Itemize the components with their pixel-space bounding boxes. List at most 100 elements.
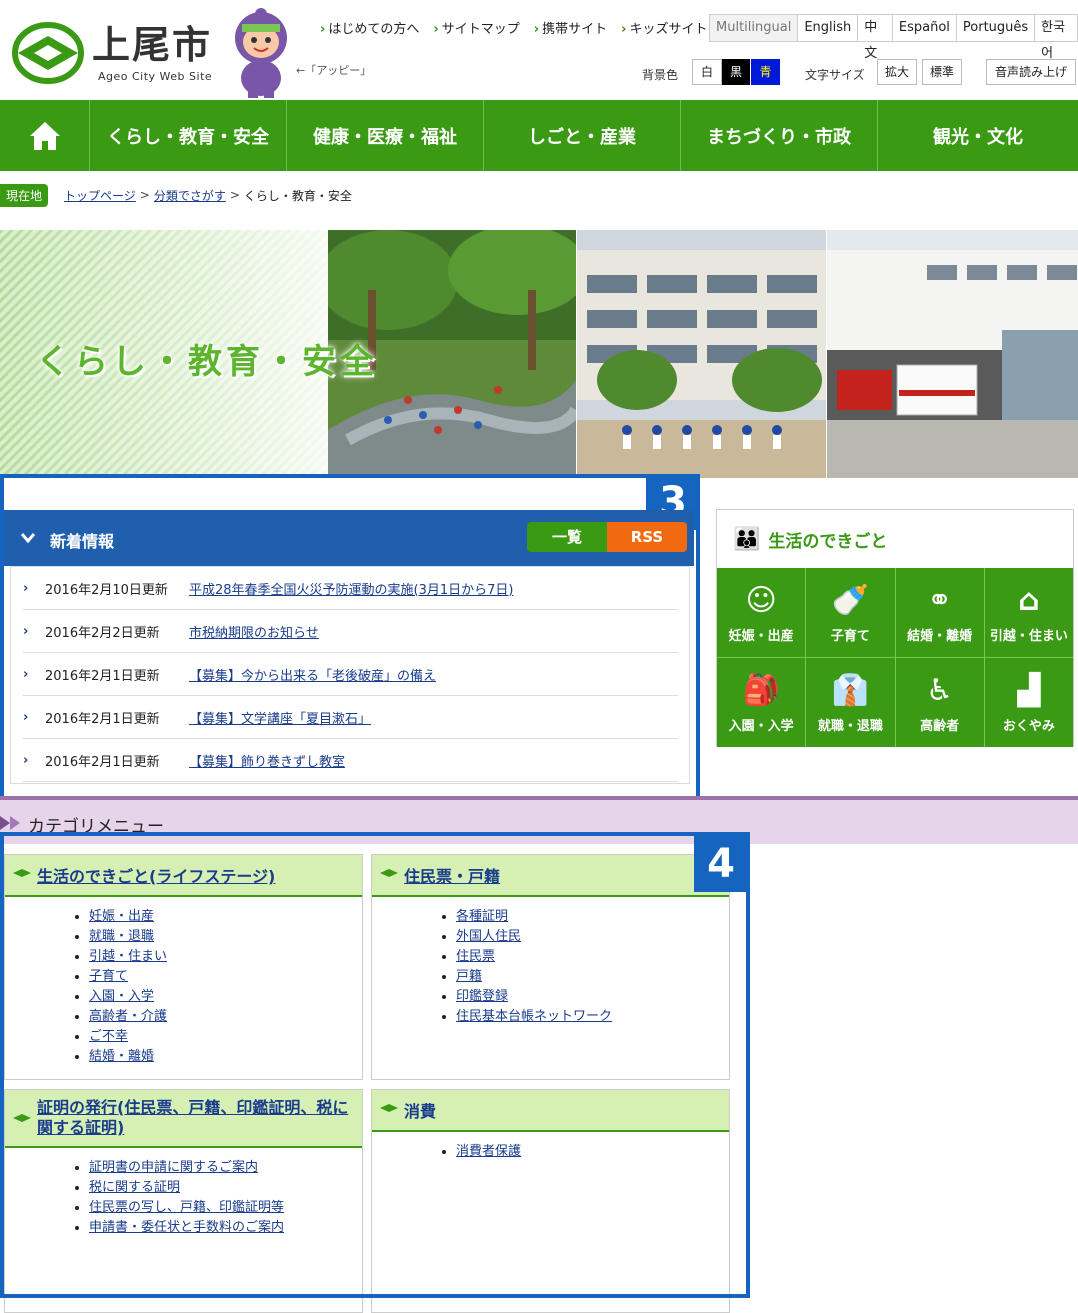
breadcrumb-separator: > — [229, 188, 240, 202]
logo-text: 上尾市 — [92, 23, 213, 67]
home-icon — [29, 121, 60, 150]
news-row: › 2016年2月1日更新 【募集】飾り巻きずし教室 — [23, 739, 678, 782]
lang-spanish[interactable]: Español — [891, 15, 956, 41]
link-mobile[interactable]: › 携帯サイト — [534, 18, 607, 37]
mascot-appy-icon — [235, 8, 287, 98]
news-link[interactable]: 平成28年春季全国火災予防運動の実施(3月1日から7日) — [189, 579, 514, 598]
bg-black-button[interactable]: 黒 — [722, 59, 750, 85]
breadcrumb-separator: > — [139, 188, 150, 202]
news-row: › 2016年2月1日更新 【募集】文学講座「夏目漱石」 — [23, 696, 678, 739]
nav-work-industry[interactable]: しごと・産業 — [484, 100, 681, 171]
life-school[interactable]: 🎒 入園・入学 — [717, 658, 806, 747]
news-row: › 2016年2月10日更新 平成28年春季全国火災予防運動の実施(3月1日から… — [23, 567, 678, 610]
news-date: 2016年2月1日更新 — [45, 711, 160, 727]
chevron-right-icon: › — [533, 22, 540, 37]
life-elderly[interactable]: ♿ 高齢者 — [895, 658, 984, 747]
chevron-right-icon: › — [320, 22, 326, 37]
news-rss-button[interactable]: RSS — [607, 522, 687, 552]
baby-icon: ☺ — [745, 583, 777, 618]
shirt-icon: 👔 — [831, 673, 870, 708]
lang-english[interactable]: English — [797, 15, 857, 41]
link-sitemap[interactable]: › サイトマップ — [433, 18, 519, 37]
nav-life-education-safety[interactable]: くらし・教育・安全 — [90, 100, 287, 171]
hero-title: くらし・教育・安全 — [36, 342, 378, 382]
chevron-right-icon: › — [621, 22, 627, 37]
life-label: 結婚・離婚 — [907, 629, 973, 644]
news-link[interactable]: 【募集】文学講座「夏目漱石」 — [189, 708, 371, 727]
life-events-panel: 👪 生活のできごと ☺ 妊娠・出産 🍼 子育て ⚭ 結婚・離婚 ⌂ 引越・住まい 🎒 入園… — [716, 509, 1074, 747]
site-header: 上尾市 Ageo City Web Site ←「アッピー」 › はじめての方へ … — [0, 0, 1078, 100]
link-label: はじめての方へ — [328, 22, 420, 37]
news-date: 2016年2月10日更新 — [45, 582, 168, 598]
tomb-icon: ▟ — [1017, 673, 1041, 708]
breadcrumb-tag: 現在地 — [0, 183, 49, 207]
nav-health-medical-welfare[interactable]: 健康・医療・福祉 — [287, 100, 484, 171]
life-moving[interactable]: ⌂ 引越・住まい — [984, 568, 1073, 657]
news-link[interactable]: 市税納期限のお知らせ — [189, 622, 319, 641]
chevron-right-icon: › — [23, 666, 29, 682]
chevron-right-icon: › — [23, 580, 29, 596]
news-actions: 一覧 RSS — [527, 522, 687, 552]
font-enlarge-button[interactable]: 拡大 — [877, 59, 917, 85]
chevron-right-icon: › — [23, 752, 29, 768]
bg-white-button[interactable]: 白 — [692, 59, 722, 85]
link-first-time[interactable]: › はじめての方へ — [320, 18, 419, 37]
utility-links: › はじめての方へ › サイトマップ › 携帯サイト › キッズサイト — [320, 18, 708, 37]
font-standard-button[interactable]: 標準 — [922, 59, 962, 85]
life-label: 引越・住まい — [989, 629, 1068, 644]
global-nav: くらし・教育・安全 健康・医療・福祉 しごと・産業 まちづくり・市政 観光・文化 — [0, 100, 1078, 171]
link-kids[interactable]: › キッズサイト — [621, 18, 707, 37]
site-logo[interactable]: 上尾市 Ageo City Web Site — [12, 22, 222, 86]
breadcrumb-top[interactable]: トップページ — [64, 187, 136, 204]
life-label: おくやみ — [1002, 719, 1055, 734]
news-date: 2016年2月1日更新 — [45, 754, 160, 770]
life-childcare[interactable]: 🍼 子育て — [806, 568, 895, 657]
bg-color-label: 背景色 — [642, 68, 679, 82]
life-events-header: 👪 生活のできごと — [717, 510, 1073, 568]
logo-subtitle: Ageo City Web Site — [98, 70, 213, 83]
backpack-icon: 🎒 — [742, 673, 780, 708]
chevron-right-icon: › — [23, 623, 29, 639]
news-header: 新着情報 一覧 RSS — [4, 510, 694, 566]
news-date: 2016年2月2日更新 — [45, 625, 160, 641]
life-events-grid: ☺ 妊娠・出産 🍼 子育て ⚭ 結婚・離婚 ⌂ 引越・住まい 🎒 入園・入学 👔 就職・退職… — [717, 568, 1073, 747]
life-events-title: 生活のできごと — [768, 531, 888, 552]
fire-station-photo — [827, 230, 1078, 478]
chevron-right-icon: › — [433, 22, 439, 37]
link-label: サイトマップ — [441, 22, 520, 37]
speech-button[interactable]: 音声読み上げ — [986, 59, 1076, 85]
news-list-button[interactable]: 一覧 — [527, 522, 607, 552]
news-row: › 2016年2月2日更新 市税納期限のお知らせ — [23, 610, 678, 653]
language-switcher: Multilingual English 中文 Español Portuguê… — [709, 14, 1078, 61]
people-icon: 👪 — [733, 526, 761, 552]
news-title: 新着情報 — [50, 532, 115, 551]
news-date: 2016年2月1日更新 — [45, 668, 160, 684]
life-condolence[interactable]: ▟ おくやみ — [984, 658, 1073, 747]
nav-tourism-culture[interactable]: 観光・文化 — [878, 100, 1078, 171]
news-link[interactable]: 【募集】今から出来る「老後破産」の備え — [189, 665, 436, 684]
nav-home[interactable] — [0, 100, 90, 171]
breadcrumb-category[interactable]: 分類でさがす — [154, 187, 226, 204]
life-marriage[interactable]: ⚭ 結婚・離婚 — [895, 568, 984, 657]
hero-banner: くらし・教育・安全 — [0, 230, 1078, 478]
bg-blue-button[interactable]: 青 — [751, 59, 780, 85]
life-label: 入園・入学 — [728, 719, 794, 734]
lang-chinese[interactable]: 中文 — [857, 15, 892, 61]
font-size-label: 文字サイズ — [805, 68, 865, 82]
life-pregnancy[interactable]: ☺ 妊娠・出産 — [717, 568, 806, 657]
news-link[interactable]: 【募集】飾り巻きずし教室 — [189, 751, 345, 770]
cane-icon: ♿ — [926, 673, 954, 708]
news-list: › 2016年2月10日更新 平成28年春季全国火災予防運動の実施(3月1日から… — [10, 566, 690, 784]
city-emblem-icon — [12, 22, 84, 84]
lang-multilingual: Multilingual — [710, 15, 798, 41]
lang-portuguese[interactable]: Português — [955, 15, 1034, 41]
life-employment[interactable]: 👔 就職・退職 — [806, 658, 895, 747]
life-label: 妊娠・出産 — [728, 629, 794, 644]
lang-korean[interactable]: 한국어 — [1034, 15, 1077, 61]
mascot-label: ←「アッピー」 — [296, 64, 372, 77]
category-highlight-frame — [0, 832, 750, 1298]
life-label: 子育て — [830, 629, 870, 644]
nav-city-government[interactable]: まちづくり・市政 — [681, 100, 878, 171]
double-chevron-icon — [0, 816, 20, 830]
chevron-down-icon[interactable] — [20, 532, 36, 544]
